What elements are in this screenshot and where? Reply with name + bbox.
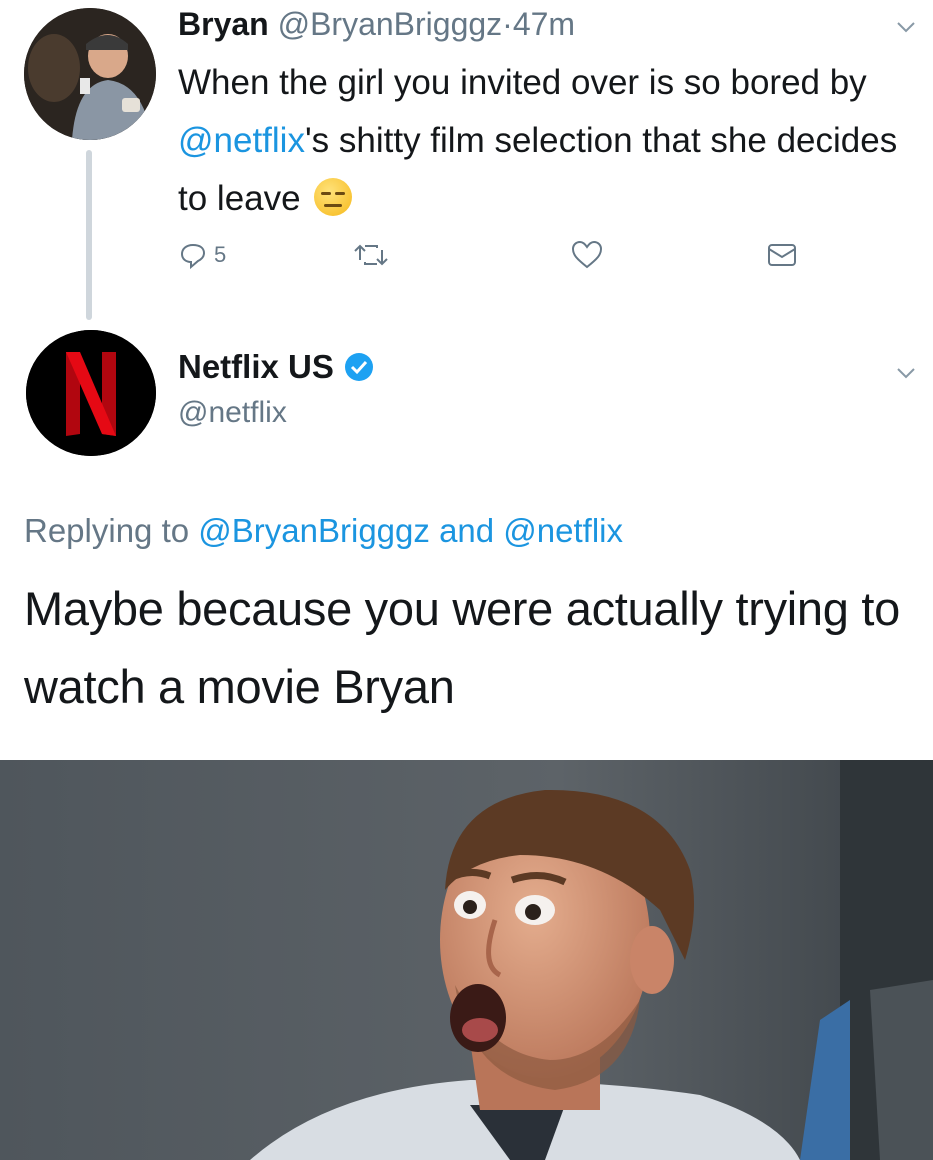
reply-icon [180,243,206,270]
tweet1-chevron-down-icon[interactable] [895,16,917,38]
verified-badge-icon [344,353,373,381]
avatar-photo [24,8,156,140]
expressionless-face-icon [314,178,353,216]
tweet1-text: When the girl you invited over is so bor… [178,54,918,228]
retweet-button[interactable] [353,240,389,270]
tweet2-handle[interactable]: @netflix [178,396,287,430]
tweet1-header: Bryan @BryanBrigggz·47m [178,6,575,43]
tweet1-handle[interactable]: @BryanBrigggz [278,6,503,42]
avatar-bryan[interactable] [24,8,156,140]
reply-count: 5 [214,242,227,267]
tweet1-text-part1: When the girl you invited over is so bor… [178,63,867,102]
replying-to-and: and [439,512,495,549]
tweet1-separator: · [502,6,513,42]
retweet-icon [354,244,388,266]
thread-line [86,150,92,320]
surprised-man-photo [0,760,933,1160]
envelope-icon [768,244,796,266]
tweet1-author-name[interactable]: Bryan [178,6,269,42]
tweet1-timestamp[interactable]: 47m [513,6,575,42]
replying-to-user1-link[interactable]: @BryanBrigggz [198,512,430,549]
netflix-logo [26,330,156,456]
tweet2-text: Maybe because you were actually trying t… [24,582,900,713]
reply-button[interactable]: 5 [178,240,226,270]
tweet2-author-name[interactable]: Netflix US [178,348,334,386]
heart-icon [571,240,603,269]
direct-message-button[interactable] [766,240,798,270]
replying-to-user2-link[interactable]: @netflix [503,512,623,549]
replying-to-prefix: Replying to [24,512,190,549]
tweet-photo[interactable] [0,760,933,1160]
tweet2-chevron-down-icon[interactable] [895,362,917,384]
avatar-netflix[interactable] [26,330,156,456]
tweet1-mention-link[interactable]: @netflix [178,121,305,160]
tweet1-actions: 5 [178,240,808,280]
tweet2-author: Netflix US [178,348,374,386]
replying-to: Replying to @BryanBrigggz and @netflix [24,512,623,550]
like-button[interactable] [571,240,603,270]
